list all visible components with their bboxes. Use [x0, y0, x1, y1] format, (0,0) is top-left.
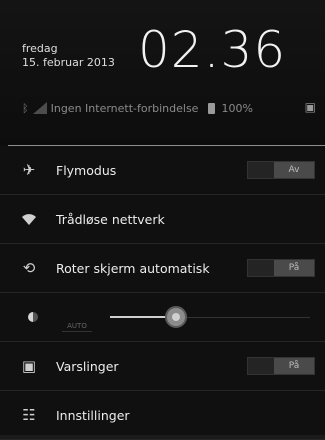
rotate-icon: ⟲: [22, 259, 36, 277]
auto-brightness[interactable]: AUTO: [62, 321, 92, 332]
airplane-icon: ✈: [22, 161, 36, 179]
setting-label: Innstillinger: [56, 407, 130, 423]
battery-level: 100%: [221, 101, 253, 115]
wifi-icon: [18, 208, 40, 230]
status-line: ᛒ Ingen Internett-forbindelse 100% ▣: [22, 98, 318, 118]
brightness-slider-thumb[interactable]: [165, 306, 187, 328]
battery-icon: [208, 102, 216, 114]
date-block: fredag 15. februar 2013: [22, 42, 115, 70]
toggle-knob: På: [274, 260, 314, 276]
flymodus-toggle[interactable]: Av: [247, 161, 315, 179]
bluetooth-icon: ᛒ: [22, 101, 29, 115]
status-header: fredag 15. februar 2013 02.36 ᛒ Ingen In…: [0, 0, 325, 146]
toggle-knob: På: [274, 358, 314, 374]
setting-row-settings[interactable]: ☷ Innstillinger: [0, 391, 325, 440]
date-label: 15. februar 2013: [22, 56, 115, 69]
setting-row-notifications[interactable]: ▣ Varslinger På: [0, 342, 325, 391]
setting-label: Varslinger: [56, 358, 119, 374]
setting-row-wifi[interactable]: Trådløse nettverk: [0, 195, 325, 244]
bottom-bar: [0, 435, 325, 439]
notifications-toggle[interactable]: På: [247, 357, 315, 375]
toggle-knob: Av: [274, 162, 314, 178]
setting-label: Roter skjerm automatisk: [56, 260, 210, 276]
clock: 02.36: [138, 21, 287, 79]
setting-row-brightness[interactable]: AUTO: [0, 293, 325, 342]
rotate-toggle[interactable]: På: [247, 259, 315, 277]
day-label: fredag: [22, 42, 58, 55]
setting-label: Trådløse nettverk: [56, 211, 165, 227]
setting-label: Flymodus: [56, 162, 117, 178]
setting-row-rotate[interactable]: ⟲ Roter skjerm automatisk På: [0, 244, 325, 293]
notification-icon: ▣: [21, 357, 37, 375]
brightness-icon: [28, 312, 38, 322]
setting-row-flymodus[interactable]: ✈ Flymodus Av: [0, 146, 325, 195]
settings-sliders-icon: ☷: [22, 406, 36, 424]
connection-status: Ingen Internett-forbindelse: [50, 101, 199, 115]
quick-settings-list: ✈ Flymodus Av Trådløse nettverk ⟲ Roter …: [0, 146, 325, 440]
signal-icon: [32, 102, 47, 114]
notification-icon[interactable]: ▣: [305, 100, 316, 114]
